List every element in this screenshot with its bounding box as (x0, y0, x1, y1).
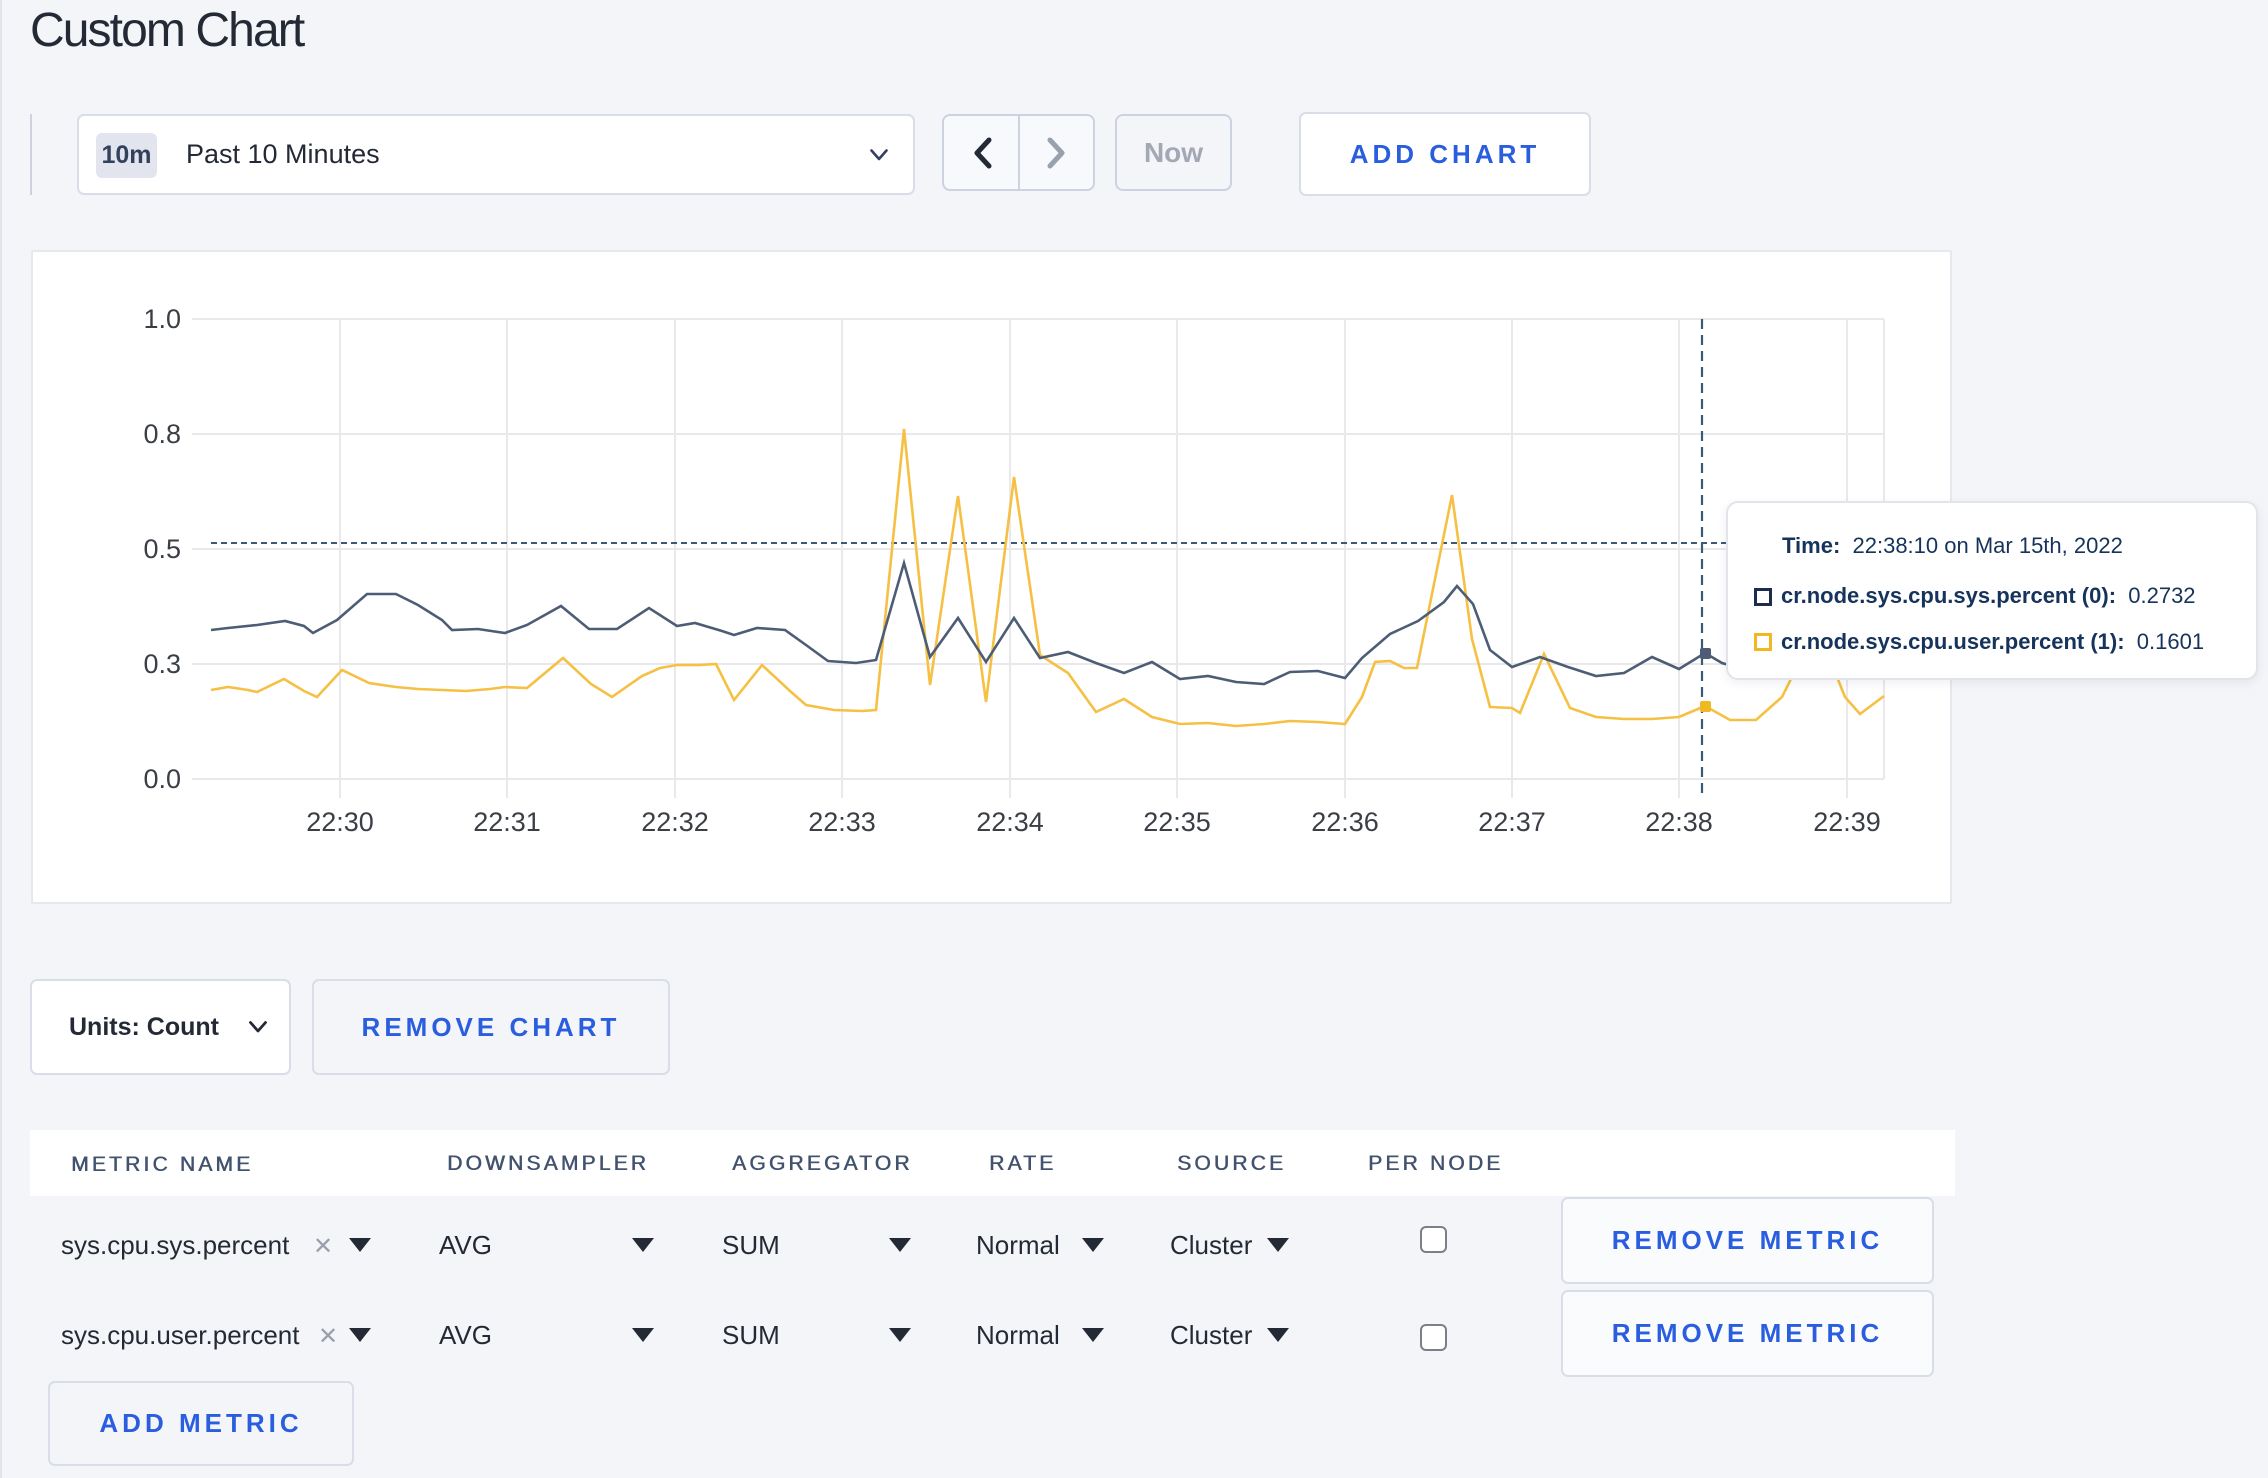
svg-text:1.0: 1.0 (143, 304, 181, 334)
svg-text:22:35: 22:35 (1143, 807, 1211, 837)
svg-text:0.0: 0.0 (143, 764, 181, 794)
svg-text:0.8: 0.8 (143, 419, 181, 449)
svg-text:22:38: 22:38 (1645, 807, 1713, 837)
svg-text:22:37: 22:37 (1478, 807, 1546, 837)
svg-text:22:39: 22:39 (1813, 807, 1881, 837)
svg-text:22:36: 22:36 (1311, 807, 1379, 837)
svg-text:22:33: 22:33 (808, 807, 876, 837)
svg-text:22:32: 22:32 (641, 807, 709, 837)
svg-text:22:30: 22:30 (306, 807, 374, 837)
svg-text:0.3: 0.3 (143, 649, 181, 679)
svg-text:22:31: 22:31 (473, 807, 541, 837)
svg-text:22:34: 22:34 (976, 807, 1044, 837)
svg-text:0.5: 0.5 (143, 534, 181, 564)
